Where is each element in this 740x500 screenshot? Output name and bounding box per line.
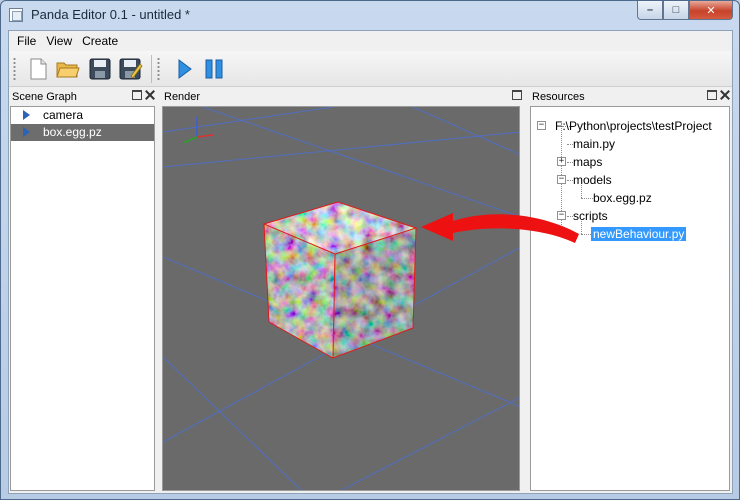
- tree-item-label: models: [573, 173, 612, 187]
- tree-item-label: maps: [573, 155, 603, 169]
- viewport-scene: [163, 107, 519, 490]
- scene-graph-title: Scene Graph: [12, 91, 77, 103]
- collapse-icon[interactable]: −: [537, 121, 546, 130]
- tree-item-maps[interactable]: maps: [573, 154, 602, 171]
- app-window: Panda Editor 0.1 - untitled * – □ ✕ File…: [0, 0, 740, 500]
- toolbar-grip[interactable]: [13, 57, 16, 81]
- pause-icon: [205, 59, 223, 79]
- maximize-button[interactable]: □: [663, 1, 689, 20]
- tree-item-label: main.py: [573, 137, 616, 151]
- tree-connector: [581, 234, 591, 235]
- cube-model: [262, 201, 418, 359]
- toolbar: [9, 51, 732, 87]
- tree-item-label: newBehaviour.py: [591, 227, 687, 241]
- scene-item-camera[interactable]: camera: [11, 107, 154, 124]
- resources-panel: Resources − F:\Python\projects\testProje…: [529, 89, 732, 493]
- pause-button[interactable]: [201, 56, 227, 82]
- save-icon: [89, 58, 111, 80]
- tree-root-label: F:\Python\projects\testProject: [555, 119, 712, 133]
- collapse-icon[interactable]: −: [557, 211, 566, 220]
- resources-tree[interactable]: − F:\Python\projects\testProject main.py…: [530, 106, 730, 491]
- render-panel: Render: [161, 89, 524, 493]
- save-as-button[interactable]: [117, 56, 143, 82]
- save-button[interactable]: [87, 56, 113, 82]
- menu-file[interactable]: File: [12, 31, 41, 51]
- tree-connector: [581, 198, 593, 199]
- tree-item-main-py[interactable]: main.py: [573, 136, 615, 153]
- tree-item-box-egg[interactable]: box.egg.pz: [593, 190, 652, 207]
- tree-item-new-behaviour[interactable]: newBehaviour.py: [591, 226, 687, 243]
- window-controls: – □ ✕: [637, 1, 733, 21]
- expand-arrow-icon[interactable]: [23, 127, 30, 137]
- float-icon[interactable]: [707, 90, 717, 100]
- app-icon: [9, 8, 23, 22]
- client-area: File View Create Scene Graph camera box.…: [8, 30, 733, 494]
- open-button[interactable]: [55, 56, 81, 82]
- title-bar[interactable]: Panda Editor 0.1 - untitled * – □ ✕: [1, 1, 739, 29]
- float-icon[interactable]: [132, 90, 142, 100]
- close-icon[interactable]: [720, 90, 730, 100]
- close-icon[interactable]: [145, 90, 155, 100]
- scene-graph-list[interactable]: camera box.egg.pz: [10, 106, 155, 491]
- resources-title: Resources: [532, 91, 585, 103]
- minimize-button[interactable]: –: [637, 1, 663, 20]
- render-header: Render: [161, 89, 524, 105]
- tree-item-label: box.egg.pz: [593, 191, 652, 205]
- scene-item-box[interactable]: box.egg.pz: [11, 124, 154, 141]
- play-button[interactable]: [171, 56, 197, 82]
- new-file-button[interactable]: [25, 56, 51, 82]
- tree-root[interactable]: F:\Python\projects\testProject: [555, 118, 712, 135]
- float-icon[interactable]: [512, 90, 522, 100]
- collapse-icon[interactable]: −: [557, 175, 566, 184]
- render-title: Render: [164, 91, 201, 103]
- axis-gizmo: [182, 117, 214, 144]
- toolbar-grip[interactable]: [157, 57, 160, 81]
- save-as-icon: [119, 58, 143, 80]
- play-icon: [178, 59, 192, 79]
- scene-item-label: camera: [43, 108, 84, 122]
- expand-icon[interactable]: +: [557, 157, 566, 166]
- window-title: Panda Editor 0.1 - untitled *: [31, 7, 190, 22]
- scene-graph-panel: Scene Graph camera box.egg.pz: [9, 89, 157, 493]
- menu-bar: File View Create: [9, 31, 732, 51]
- render-viewport[interactable]: [162, 106, 520, 491]
- open-folder-icon: [56, 62, 80, 78]
- toolbar-separator: [151, 55, 152, 83]
- expand-arrow-icon[interactable]: [23, 110, 30, 120]
- menu-view[interactable]: View: [41, 31, 77, 51]
- menu-create[interactable]: Create: [77, 31, 123, 51]
- scene-item-label: box.egg.pz: [43, 125, 102, 139]
- close-button[interactable]: ✕: [689, 1, 733, 20]
- new-file-icon: [30, 58, 47, 80]
- tree-item-label: scripts: [573, 209, 608, 223]
- scene-graph-header: Scene Graph: [9, 89, 157, 105]
- tree-item-scripts[interactable]: scripts: [573, 208, 608, 225]
- resources-header: Resources: [529, 89, 732, 105]
- tree-item-models[interactable]: models: [573, 172, 612, 189]
